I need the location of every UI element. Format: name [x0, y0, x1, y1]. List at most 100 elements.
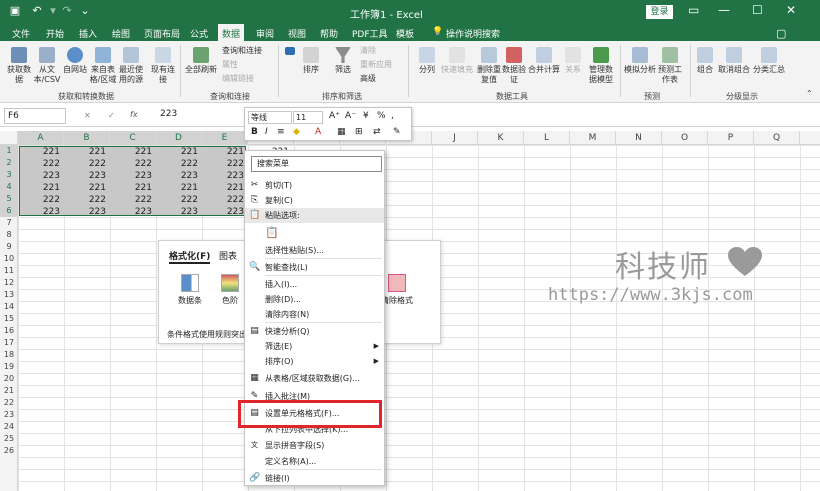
comment-icon[interactable]: ▢	[772, 26, 790, 41]
shrink-font-icon[interactable]: A⁻	[345, 111, 356, 121]
menu-item-quick-analysis[interactable]: ▤ 快速分析(Q)	[245, 324, 384, 339]
row-header[interactable]: 17	[0, 337, 18, 349]
color-scale-option[interactable]: 色阶	[215, 274, 245, 306]
currency-icon[interactable]: ¥	[363, 111, 369, 121]
menu-item-link[interactable]: 🔗 链接(I)	[245, 471, 384, 486]
row-header[interactable]: 10	[0, 253, 18, 265]
cell[interactable]: 223	[111, 206, 155, 218]
cell[interactable]: 223	[157, 206, 201, 218]
existing-connections-button[interactable]: 现有连接	[150, 47, 176, 85]
row-header[interactable]: 5	[0, 193, 18, 205]
cell[interactable]: 222	[19, 194, 63, 206]
column-header[interactable]: P	[708, 131, 754, 145]
what-if-button[interactable]: 模拟分析	[624, 47, 656, 75]
cell[interactable]: 222	[65, 194, 109, 206]
row-header[interactable]: 18	[0, 349, 18, 361]
tab-insert[interactable]: 插入	[75, 26, 101, 41]
properties-button[interactable]: 属性	[222, 60, 238, 70]
maximize-icon[interactable]: ☐	[752, 3, 763, 17]
row-header[interactable]: 26	[0, 445, 18, 457]
tab-data[interactable]: 数据	[218, 24, 245, 41]
sort-az-icon[interactable]	[284, 47, 296, 57]
cell[interactable]: 221	[65, 182, 109, 194]
data-validation-button[interactable]: 数据验证	[500, 47, 528, 85]
row-header[interactable]: 2	[0, 157, 18, 169]
row-header[interactable]: 19	[0, 361, 18, 373]
cell[interactable]: 222	[203, 158, 247, 170]
tab-template[interactable]: 模板	[392, 26, 418, 41]
cell[interactable]: 222	[203, 194, 247, 206]
consolidate-button[interactable]: 合并计算	[528, 47, 560, 75]
text-to-columns-button[interactable]: 分列	[414, 47, 440, 75]
column-header[interactable]: N	[616, 131, 662, 145]
menu-item-get-data-from-table[interactable]: ▦ 从表格/区域获取数据(G)...	[245, 371, 384, 386]
column-header[interactable]: B	[64, 131, 110, 145]
cell[interactable]: 223	[19, 206, 63, 218]
column-header[interactable]: K	[478, 131, 524, 145]
edit-links-button[interactable]: 编辑链接	[222, 74, 254, 84]
menu-item-filter[interactable]: 筛选(E) ▶	[245, 339, 384, 354]
cell[interactable]: 221	[157, 146, 201, 158]
menu-item-delete[interactable]: 删除(D)...	[245, 292, 384, 307]
grow-font-icon[interactable]: A⁺	[329, 111, 340, 121]
data-bars-option[interactable]: 数据条	[173, 274, 207, 306]
column-header[interactable]: D	[156, 131, 202, 145]
row-header[interactable]: 23	[0, 409, 18, 421]
reapply-button[interactable]: 重新应用	[360, 60, 392, 70]
cell[interactable]: 221	[19, 146, 63, 158]
undo-icon[interactable]: ↶	[30, 4, 44, 18]
relationships-button[interactable]: 关系	[562, 47, 584, 75]
decimal-icon[interactable]: ⇄	[373, 127, 381, 137]
row-header[interactable]: 24	[0, 421, 18, 433]
tab-pdf-tools[interactable]: PDF工具	[348, 26, 392, 41]
select-all-button[interactable]	[0, 131, 18, 145]
align-icon[interactable]: ≡	[277, 127, 285, 137]
font-color-icon[interactable]: A	[315, 127, 321, 137]
tab-formatting[interactable]: 格式化(F)	[169, 249, 211, 264]
function-icon[interactable]: fx	[130, 110, 138, 120]
fill-color-icon[interactable]: ◆	[293, 127, 300, 137]
column-header[interactable]: L	[524, 131, 570, 145]
redo-icon[interactable]: ↷	[60, 4, 74, 18]
name-box[interactable]: F6	[4, 108, 66, 124]
cell[interactable]: 221	[203, 182, 247, 194]
forecast-sheet-button[interactable]: 预测工作表	[656, 47, 684, 85]
menu-item-define-name[interactable]: 定义名称(A)...	[245, 454, 384, 469]
font-name-box[interactable]: 等线	[248, 111, 292, 124]
tab-draw[interactable]: 绘图	[108, 26, 134, 41]
cell[interactable]: 223	[111, 170, 155, 182]
column-header[interactable]: A	[18, 131, 64, 145]
login-button[interactable]: 登录	[646, 5, 673, 19]
tab-file[interactable]: 文件	[8, 26, 34, 41]
cell[interactable]: 223	[19, 170, 63, 182]
save-icon[interactable]: ▣	[8, 4, 22, 18]
column-header[interactable]: Q	[754, 131, 800, 145]
advanced-button[interactable]: 高级	[360, 74, 376, 84]
tab-charts[interactable]: 图表	[219, 249, 237, 262]
subtotal-button[interactable]: 分类汇总	[752, 47, 786, 75]
column-header[interactable]: O	[662, 131, 708, 145]
cell[interactable]: 223	[65, 170, 109, 182]
collapse-ribbon-icon[interactable]: ⌃	[806, 89, 813, 99]
row-header[interactable]: 3	[0, 169, 18, 181]
column-header[interactable]: M	[570, 131, 616, 145]
comma-icon[interactable]: ,	[391, 111, 394, 121]
column-header[interactable]: J	[432, 131, 478, 145]
paste-option-icons[interactable]: 📋	[245, 224, 384, 242]
refresh-all-button[interactable]: 全部刷新	[184, 47, 218, 75]
cell[interactable]: 222	[157, 194, 201, 206]
tab-formulas[interactable]: 公式	[186, 26, 212, 41]
menu-item-clear-contents[interactable]: 清除内容(N)	[245, 307, 384, 322]
row-header[interactable]: 1	[0, 145, 18, 157]
menu-search-input[interactable]: 搜索菜单	[251, 156, 382, 172]
italic-button[interactable]: I	[265, 127, 268, 137]
menu-item-phonetic[interactable]: 文显示拼音字段(S)	[245, 438, 384, 453]
tab-view[interactable]: 视图	[284, 26, 310, 41]
enter-icon[interactable]: ✓	[108, 111, 115, 121]
cell[interactable]: 221	[65, 146, 109, 158]
menu-item-sort[interactable]: 排序(O) ▶	[245, 354, 384, 369]
row-header[interactable]: 25	[0, 433, 18, 445]
cell[interactable]: 223	[203, 170, 247, 182]
bold-button[interactable]: B	[251, 127, 258, 137]
cell[interactable]: 222	[111, 194, 155, 206]
